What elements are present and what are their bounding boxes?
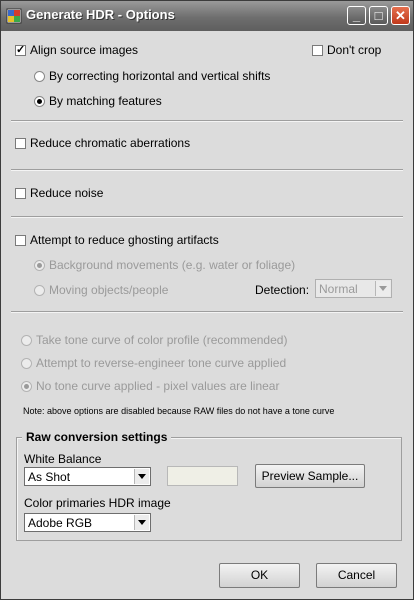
color-primaries-label: Color primaries HDR image — [24, 496, 171, 510]
window-title: Generate HDR - Options — [26, 7, 175, 22]
separator — [11, 216, 403, 218]
title-bar[interactable]: Generate HDR - Options _ □ ✕ — [1, 1, 413, 31]
chevron-down-icon[interactable] — [134, 469, 149, 484]
radio-circle[interactable] — [34, 71, 45, 82]
checkbox-box[interactable] — [15, 188, 26, 199]
checkbox-box[interactable] — [312, 45, 323, 56]
detection-select[interactable]: Normal — [315, 279, 392, 298]
color-primaries-select[interactable]: Adobe RGB — [24, 513, 151, 532]
ok-button[interactable]: OK — [219, 563, 300, 588]
radio-circle[interactable] — [21, 358, 32, 369]
ghost-background-label: Background movements (e.g. water or foli… — [49, 258, 296, 272]
radio-circle[interactable] — [21, 381, 32, 392]
radio-circle[interactable] — [34, 260, 45, 271]
raw-conversion-title: Raw conversion settings — [22, 430, 172, 444]
align-source-images-label: Align source images — [30, 43, 139, 57]
align-shifts-label: By correcting horizontal and vertical sh… — [49, 69, 271, 83]
white-balance-label: White Balance — [24, 452, 102, 466]
ghost-moving-objects-label: Moving objects/people — [49, 283, 169, 297]
tone-curve-profile-label: Take tone curve of color profile (recomm… — [36, 333, 288, 347]
checkbox-box[interactable] — [15, 42, 26, 58]
chevron-down-icon[interactable] — [134, 515, 149, 530]
detection-label: Detection: — [255, 283, 310, 297]
dialog-window: Generate HDR - Options _ □ ✕ Align sourc… — [0, 0, 414, 600]
separator — [11, 169, 403, 171]
app-icon — [6, 8, 22, 24]
preview-sample-button[interactable]: Preview Sample... — [255, 464, 365, 488]
reduce-ghosting-label: Attempt to reduce ghosting artifacts — [30, 233, 219, 247]
raw-conversion-group: Raw conversion settings White Balance As… — [16, 430, 402, 541]
radio-circle[interactable] — [34, 96, 45, 107]
tone-curve-linear-label: No tone curve applied - pixel values are… — [36, 379, 280, 393]
checkbox-box[interactable] — [15, 138, 26, 149]
white-balance-select[interactable]: As Shot — [24, 467, 151, 486]
separator — [11, 311, 403, 313]
chevron-down-icon[interactable] — [375, 281, 390, 296]
dont-crop-label: Don't crop — [327, 43, 382, 57]
white-balance-value: As Shot — [28, 470, 71, 484]
white-balance-value-field[interactable] — [167, 466, 238, 486]
checkbox-box[interactable] — [15, 235, 26, 246]
cancel-button[interactable]: Cancel — [316, 563, 397, 588]
tone-curve-note: Note: above options are disabled because… — [23, 406, 335, 416]
maximize-button[interactable]: □ — [369, 6, 388, 25]
radio-circle[interactable] — [21, 335, 32, 346]
radio-circle[interactable] — [34, 285, 45, 296]
reduce-chromatic-label: Reduce chromatic aberrations — [30, 136, 191, 150]
color-primaries-value: Adobe RGB — [28, 516, 93, 530]
close-button[interactable]: ✕ — [391, 6, 410, 25]
reduce-noise-label: Reduce noise — [30, 186, 104, 200]
detection-value: Normal — [319, 282, 358, 296]
tone-curve-reverse-label: Attempt to reverse-engineer tone curve a… — [36, 356, 287, 370]
minimize-button[interactable]: _ — [347, 6, 366, 25]
align-features-label: By matching features — [49, 94, 162, 108]
separator — [11, 120, 403, 122]
